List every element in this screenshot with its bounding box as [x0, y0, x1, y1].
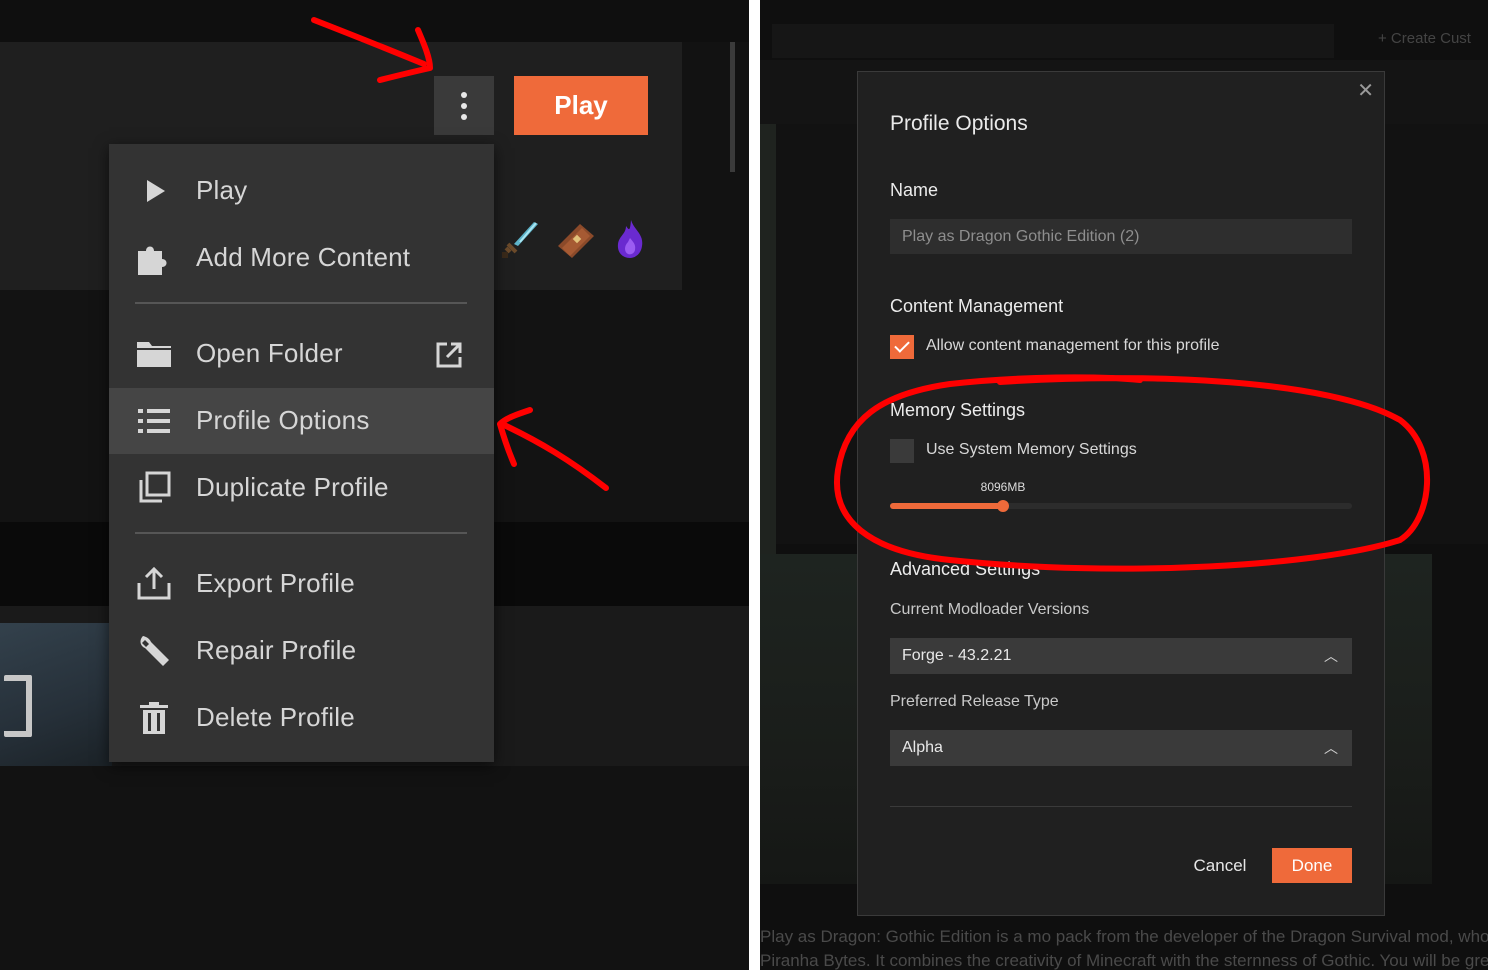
top-strip [0, 0, 749, 42]
menu-item-duplicate-profile[interactable]: Duplicate Profile [109, 455, 494, 521]
external-link-icon [435, 341, 463, 374]
more-options-button[interactable] [434, 76, 494, 135]
menu-item-profile-options[interactable]: Profile Options [109, 388, 494, 454]
profile-context-menu: Play Add More Content Open Folder Profil… [109, 144, 494, 762]
wrench-icon [136, 633, 172, 669]
vertical-dots-icon [461, 91, 467, 98]
export-icon [136, 566, 172, 602]
background-screenshot [0, 623, 112, 766]
memory-slider[interactable] [890, 500, 1352, 512]
release-type-value: Alpha [902, 739, 943, 756]
profile-name-input[interactable]: Play as Dragon Gothic Edition (2) [890, 219, 1352, 254]
screenshot-canvas: Play Play Add More Content Open Folder P… [0, 0, 1488, 970]
duplicate-icon [136, 470, 172, 506]
allow-content-label: Allow content management for this profil… [926, 337, 1220, 354]
scrollbar-thumb[interactable] [730, 42, 735, 172]
menu-item-label: Add More Content [196, 242, 411, 272]
use-system-memory-label: Use System Memory Settings [926, 441, 1137, 458]
close-icon[interactable]: ✕ [1357, 78, 1374, 103]
background-create-button: + Create Cust [1378, 30, 1471, 47]
panel-separator [749, 0, 760, 970]
game-icons [496, 216, 656, 262]
memory-slider-fill [890, 503, 1003, 509]
content-management-heading: Content Management [890, 296, 1064, 316]
menu-item-label: Delete Profile [196, 702, 355, 732]
menu-item-repair-profile[interactable]: Repair Profile [109, 618, 494, 684]
menu-divider [135, 532, 467, 534]
done-button[interactable]: Done [1272, 848, 1352, 883]
menu-item-delete-profile[interactable]: Delete Profile [109, 685, 494, 751]
purple-flame-icon [617, 220, 643, 258]
menu-item-add-more-content[interactable]: Add More Content [109, 225, 494, 291]
left-panel: Play Play Add More Content Open Folder P… [0, 0, 749, 970]
menu-item-export-profile[interactable]: Export Profile [109, 551, 494, 617]
menu-item-label: Open Folder [196, 338, 343, 368]
cancel-button[interactable]: Cancel [1180, 848, 1260, 883]
trash-icon [136, 700, 172, 736]
play-icon [136, 173, 172, 209]
menu-item-label: Repair Profile [196, 635, 357, 665]
menu-item-label: Profile Options [196, 405, 370, 435]
allow-content-checkbox[interactable] [890, 335, 914, 359]
scene-shape [4, 675, 32, 737]
menu-item-label: Duplicate Profile [196, 472, 389, 502]
menu-item-label: Play [196, 175, 248, 205]
use-system-memory-checkbox[interactable] [890, 439, 914, 463]
modloader-select[interactable]: Forge - 43.2.21 ︿ [890, 638, 1352, 674]
folder-icon [136, 336, 172, 372]
menu-item-open-folder[interactable]: Open Folder [109, 321, 494, 387]
puzzle-icon [136, 240, 172, 276]
name-section-heading: Name [890, 180, 939, 200]
memory-settings-heading: Memory Settings [890, 400, 1026, 420]
right-panel: + Create Cust Play as Dragon: Gothic Edi… [760, 0, 1488, 970]
background-search-bar [772, 24, 1334, 58]
modloader-label: Current Modloader Versions [890, 601, 1090, 618]
dialog-title: Profile Options [890, 112, 1028, 135]
dialog-divider [890, 806, 1352, 807]
chevron-up-icon: ︿ [1324, 648, 1338, 664]
menu-divider [135, 302, 467, 304]
vertical-dots-icon-dot [461, 102, 467, 109]
background-description-line: Play as Dragon: Gothic Edition is a mo p… [760, 927, 1488, 946]
menu-item-play[interactable]: Play [109, 158, 494, 224]
memory-slider-value: 8096MB [980, 480, 1026, 494]
chevron-up-icon: ︿ [1324, 740, 1338, 756]
background-description: Play as Dragon: Gothic Edition is a mo p… [760, 925, 1488, 970]
background-description-line: Piranha Bytes. It combines the creativit… [760, 951, 1488, 970]
release-type-label: Preferred Release Type [890, 693, 1059, 710]
advanced-settings-heading: Advanced Settings [890, 559, 1041, 579]
modloader-value: Forge - 43.2.21 [902, 647, 1012, 664]
diamond-sword-icon [502, 222, 538, 258]
profile-options-dialog: ✕ Profile Options Name Play as Dragon Go… [857, 71, 1385, 916]
background-bottom [0, 766, 749, 970]
vertical-dots-icon-dot [461, 113, 467, 120]
memory-slider-thumb[interactable] [997, 500, 1009, 512]
play-button[interactable]: Play [514, 76, 648, 135]
list-icon [136, 403, 172, 439]
release-type-select[interactable]: Alpha ︿ [890, 730, 1352, 766]
book-icon [558, 224, 594, 258]
menu-item-label: Export Profile [196, 568, 355, 598]
